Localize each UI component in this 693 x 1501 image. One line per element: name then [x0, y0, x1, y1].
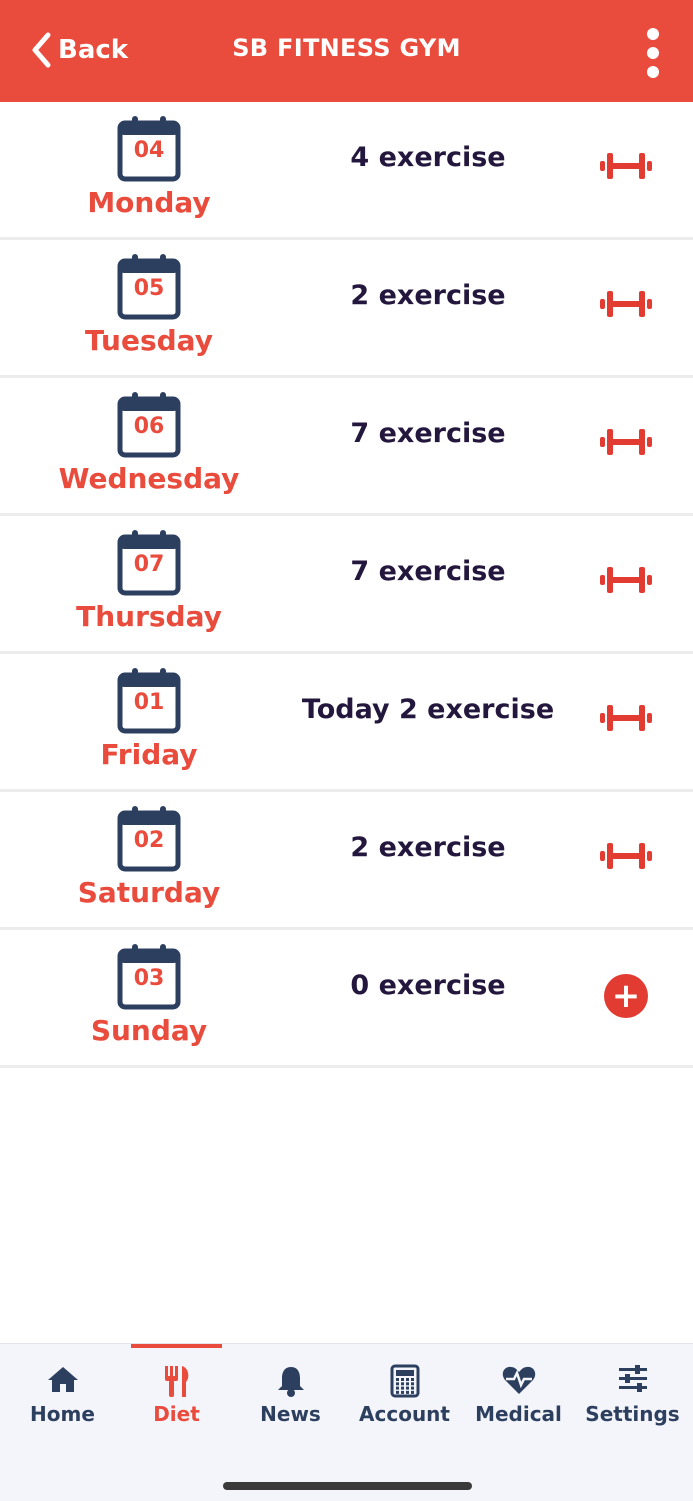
- day-name: Friday: [100, 738, 198, 771]
- calculator-icon: [347, 1364, 462, 1400]
- exercise-count: Today 2 exercise: [301, 694, 555, 725]
- calendar-icon: 06: [117, 390, 181, 458]
- day-action-button[interactable]: +: [598, 974, 654, 1018]
- tab-settings[interactable]: Settings: [575, 1344, 690, 1444]
- add-icon[interactable]: +: [604, 974, 648, 1018]
- day-list: 04 Monday 4 exercise 05 Tuesday 2 exercise 06 W…: [0, 102, 693, 1068]
- tab-medical[interactable]: Medical: [461, 1344, 576, 1444]
- tab-account[interactable]: Account: [347, 1344, 462, 1444]
- day-row[interactable]: 02 Saturday 2 exercise: [0, 792, 693, 930]
- calendar-date: 05: [133, 276, 165, 301]
- day-row[interactable]: 01 Friday Today 2 exercise: [0, 654, 693, 792]
- calendar-date: 07: [133, 552, 165, 577]
- calendar-date: 04: [133, 138, 165, 163]
- day-row[interactable]: 04 Monday 4 exercise: [0, 102, 693, 240]
- tab-news[interactable]: News: [233, 1344, 348, 1444]
- day-row[interactable]: 06 Wednesday 7 exercise: [0, 378, 693, 516]
- day-action-button[interactable]: [598, 702, 654, 738]
- app-header: Back SB FITNESS GYM: [0, 0, 693, 102]
- home-indicator: [223, 1482, 472, 1490]
- tab-label: Settings: [585, 1402, 680, 1426]
- day-action-button[interactable]: [598, 150, 654, 186]
- day-name: Thursday: [76, 600, 222, 633]
- day-action-button[interactable]: [598, 840, 654, 876]
- calendar-icon: 03: [117, 942, 181, 1010]
- day-name: Saturday: [77, 876, 221, 909]
- calendar-icon: 01: [117, 666, 181, 734]
- tab-label: Medical: [475, 1402, 562, 1426]
- day-row[interactable]: 07 Thursday 7 exercise: [0, 516, 693, 654]
- bell-icon: [233, 1364, 348, 1400]
- calendar-date: 01: [133, 690, 165, 715]
- day-name: Wednesday: [58, 462, 240, 495]
- dumbbell-icon[interactable]: [599, 702, 653, 738]
- calendar-date: 06: [133, 414, 165, 439]
- bottom-tab-bar: Home Diet News Account Medical Settings: [0, 1343, 693, 1501]
- day-action-button[interactable]: [598, 288, 654, 324]
- day-name: Tuesday: [85, 324, 213, 357]
- dumbbell-icon[interactable]: [599, 288, 653, 324]
- tab-label: Account: [359, 1402, 450, 1426]
- more-options-icon[interactable]: [643, 28, 663, 78]
- sliders-icon: [575, 1364, 690, 1400]
- day-action-button[interactable]: [598, 564, 654, 600]
- dumbbell-icon[interactable]: [599, 564, 653, 600]
- home-icon: [5, 1364, 120, 1400]
- heartbeat-icon: [461, 1364, 576, 1400]
- tab-diet[interactable]: Diet: [119, 1344, 234, 1444]
- exercise-count: 4 exercise: [350, 142, 506, 173]
- page-title: SB FITNESS GYM: [232, 34, 461, 62]
- tab-label: News: [260, 1402, 321, 1426]
- day-action-button[interactable]: [598, 426, 654, 462]
- day-row[interactable]: 03 Sunday 0 exercise +: [0, 930, 693, 1068]
- calendar-icon: 04: [117, 114, 181, 182]
- calendar-icon: 05: [117, 252, 181, 320]
- exercise-count: 7 exercise: [350, 418, 506, 449]
- calendar-icon: 07: [117, 528, 181, 596]
- exercise-count: 0 exercise: [350, 970, 506, 1001]
- calendar-date: 03: [133, 966, 165, 991]
- dumbbell-icon[interactable]: [599, 150, 653, 186]
- exercise-count: 7 exercise: [350, 556, 506, 587]
- calendar-date: 02: [133, 828, 165, 853]
- utensils-icon: [119, 1364, 234, 1400]
- tab-home[interactable]: Home: [5, 1344, 120, 1444]
- dumbbell-icon[interactable]: [599, 840, 653, 876]
- dumbbell-icon[interactable]: [599, 426, 653, 462]
- day-row[interactable]: 05 Tuesday 2 exercise: [0, 240, 693, 378]
- tab-label: Diet: [153, 1402, 200, 1426]
- calendar-icon: 02: [117, 804, 181, 872]
- active-tab-indicator: [131, 1344, 222, 1348]
- exercise-count: 2 exercise: [350, 832, 506, 863]
- day-name: Monday: [87, 186, 211, 219]
- exercise-count: 2 exercise: [350, 280, 506, 311]
- day-name: Sunday: [90, 1014, 208, 1047]
- tab-label: Home: [30, 1402, 95, 1426]
